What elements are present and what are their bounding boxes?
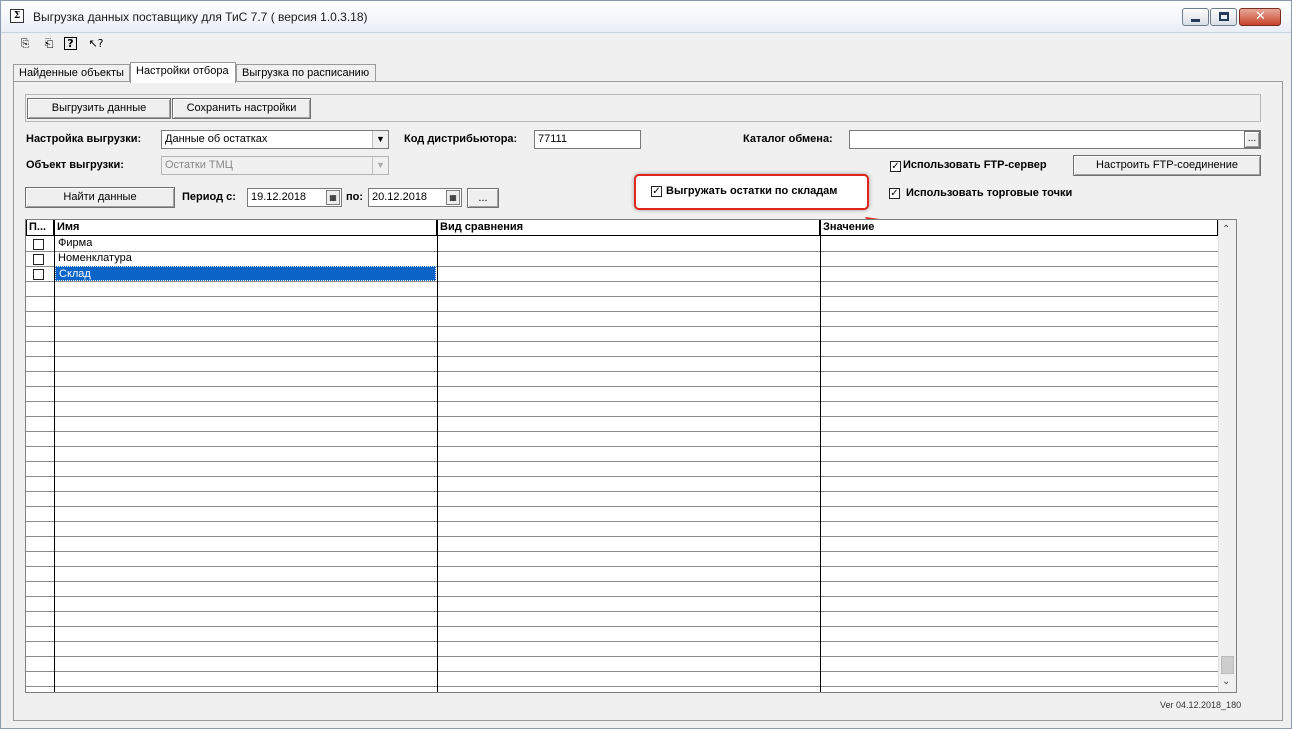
tab-found-objects[interactable]: Найденные объекты [13, 64, 130, 82]
grid-row-line [26, 416, 1218, 417]
save-settings-button[interactable]: Сохранить настройки [172, 98, 311, 119]
grid-row-line [26, 296, 1218, 297]
grid-row-line [26, 596, 1218, 597]
filter-grid: П... Имя Вид сравнения Значение Фирма Но… [25, 219, 1237, 693]
table-row-selected[interactable]: Склад [55, 266, 436, 281]
grid-row-line [26, 461, 1218, 462]
use-trade-points-label: Использовать торговые точки [906, 187, 1073, 199]
grid-row-line [26, 671, 1218, 672]
grid-header: П... Имя Вид сравнения Значение [26, 220, 1218, 236]
version-label: Ver 04.12.2018_180 [1160, 700, 1242, 710]
window-title: Выгрузка данных поставщику для ТиС 7.7 (… [33, 10, 368, 24]
column-header-flag[interactable]: П... [26, 220, 54, 235]
calendar-icon[interactable]: ▦ [446, 190, 460, 205]
help-icon[interactable]: ? [64, 37, 77, 50]
grid-row-line [26, 551, 1218, 552]
grid-body: Фирма Номенклатура Склад [26, 236, 1218, 692]
exchange-catalog-input[interactable]: ... [849, 130, 1261, 149]
grid-row-line [26, 476, 1218, 477]
grid-row-line [26, 356, 1218, 357]
export-object-value: Остатки ТМЦ [165, 159, 233, 171]
period-to-input[interactable]: 20.12.2018 ▦ [368, 188, 462, 207]
action-bar: Выгрузить данные Сохранить настройки [25, 94, 1261, 122]
exchange-catalog-label: Каталог обмена: [743, 133, 833, 145]
app-window: Σ Выгрузка данных поставщику для ТиС 7.7… [0, 0, 1292, 729]
export-data-button[interactable]: Выгрузить данные [27, 98, 171, 119]
grid-row-line [26, 566, 1218, 567]
export-setting-value: Данные об остатках [165, 133, 268, 145]
period-to-value: 20.12.2018 [372, 191, 428, 203]
use-ftp-checkbox[interactable]: ✓ [890, 161, 901, 172]
grid-row-line [26, 626, 1218, 627]
maximize-button[interactable] [1210, 8, 1237, 26]
grid-row-line [26, 611, 1218, 612]
export-by-warehouse-checkbox[interactable]: ✓ [651, 186, 662, 197]
close-button[interactable]: ✕ [1239, 8, 1281, 26]
export-by-warehouse-label: Выгружать остатки по складам [666, 185, 838, 197]
chevron-down-icon[interactable]: ⌄ [1222, 676, 1230, 687]
lock-in-icon[interactable]: ⎗ [41, 36, 57, 52]
lock-out-icon[interactable]: ⎘ [17, 36, 33, 52]
period-from-input[interactable]: 19.12.2018 ▦ [247, 188, 342, 207]
grid-row-line [26, 311, 1218, 312]
chevron-up-icon[interactable]: ⌃ [1222, 224, 1230, 235]
period-select-button[interactable]: ... [467, 188, 499, 208]
grid-row-line [26, 656, 1218, 657]
close-icon: ✕ [1255, 9, 1266, 24]
grid-row-line [26, 341, 1218, 342]
scroll-thumb[interactable] [1221, 656, 1234, 674]
tab-filter-settings[interactable]: Настройки отбора [130, 62, 236, 83]
grid-row-line [26, 401, 1218, 402]
table-row[interactable]: Фирма [55, 236, 437, 251]
export-object-select: Остатки ТМЦ ▼ [161, 156, 389, 175]
minimize-button[interactable] [1182, 8, 1209, 26]
row-checkbox-firm[interactable] [33, 239, 44, 250]
grid-row-line [26, 386, 1218, 387]
tab-scheduled-export[interactable]: Выгрузка по расписанию [236, 64, 376, 82]
chevron-down-icon: ▼ [372, 157, 388, 174]
minimize-icon [1191, 19, 1200, 22]
grid-row-line [26, 281, 1218, 282]
use-trade-points-checkbox[interactable]: ✓ [889, 188, 900, 199]
app-sum-icon: Σ [10, 9, 24, 23]
title-bar: Σ Выгрузка данных поставщику для ТиС 7.7… [1, 1, 1291, 33]
grid-row-line [26, 581, 1218, 582]
browse-button[interactable]: ... [1244, 131, 1260, 148]
column-header-name[interactable]: Имя [54, 220, 437, 235]
grid-col-line [437, 236, 438, 692]
grid-row-line [26, 686, 1218, 687]
find-data-button[interactable]: Найти данные [25, 187, 175, 208]
calendar-icon[interactable]: ▦ [326, 190, 340, 205]
distributor-code-input[interactable]: 77111 [534, 130, 641, 149]
export-setting-label: Настройка выгрузки: [26, 133, 142, 145]
row-checkbox-nomenclature[interactable] [33, 254, 44, 265]
distributor-code-label: Код дистрибьютора: [404, 133, 518, 145]
grid-row-line [26, 506, 1218, 507]
whats-this-icon[interactable]: ↖? [87, 36, 105, 52]
grid-col-line [820, 236, 821, 692]
maximize-icon [1219, 12, 1229, 21]
grid-row-line [26, 446, 1218, 447]
grid-row-line [26, 491, 1218, 492]
grid-row-line [26, 521, 1218, 522]
period-from-value: 19.12.2018 [251, 191, 307, 203]
vertical-scrollbar[interactable]: ⌃ ⌄ [1218, 220, 1236, 692]
export-object-label: Объект выгрузки: [26, 159, 124, 171]
table-row[interactable]: Номенклатура [55, 251, 437, 266]
grid-row-line [26, 326, 1218, 327]
export-setting-select[interactable]: Данные об остатках ▼ [161, 130, 389, 149]
grid-row-line [26, 431, 1218, 432]
grid-col-line [54, 236, 55, 692]
column-header-value[interactable]: Значение [820, 220, 1218, 235]
grid-row-line [26, 371, 1218, 372]
configure-ftp-button[interactable]: Настроить FTP-соединение [1073, 155, 1261, 176]
chevron-down-icon[interactable]: ▼ [372, 131, 388, 148]
row-checkbox-warehouse[interactable] [33, 269, 44, 280]
column-header-comparison[interactable]: Вид сравнения [437, 220, 820, 235]
use-ftp-label: Использовать FTP-сервер [903, 159, 1047, 171]
period-from-label: Период с: [182, 191, 236, 203]
period-to-label: по: [346, 191, 364, 203]
grid-row-line [26, 641, 1218, 642]
grid-row-line [26, 536, 1218, 537]
